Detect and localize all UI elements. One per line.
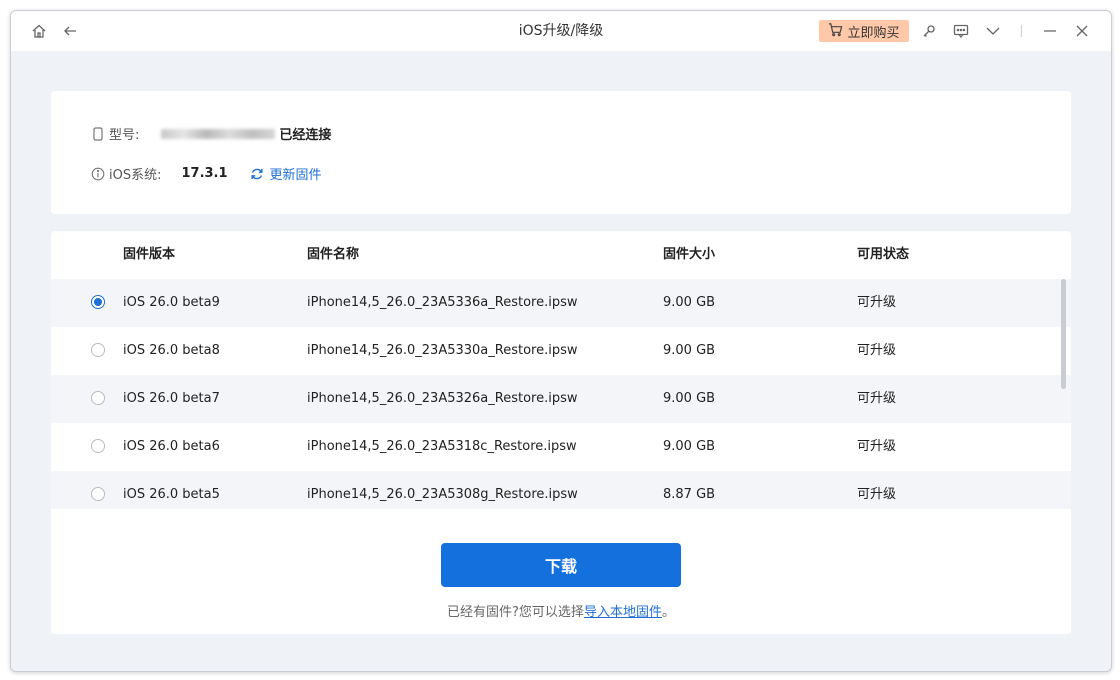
cell-version: iOS 26.0 beta8 — [123, 343, 220, 358]
table-header: 固件版本 固件名称 固件大小 可用状态 — [51, 231, 1071, 279]
table-row[interactable]: iOS 26.0 beta8 iPhone14,5_26.0_23A5330a_… — [51, 327, 1071, 375]
buy-now-button[interactable]: 立即购买 — [819, 20, 909, 42]
titlebar-divider — [1021, 25, 1022, 37]
header-name: 固件名称 — [307, 247, 360, 262]
firmware-table-card: 固件版本 固件名称 固件大小 可用状态 iOS 26.0 beta9 iPhon… — [51, 231, 1071, 634]
close-icon[interactable] — [1074, 23, 1090, 39]
cell-name: iPhone14,5_26.0_23A5326a_Restore.ipsw — [307, 391, 578, 406]
table-row[interactable]: iOS 26.0 beta7 iPhone14,5_26.0_23A5326a_… — [51, 375, 1071, 423]
header-status: 可用状态 — [857, 247, 910, 262]
update-firmware-link[interactable]: 更新固件 — [250, 164, 322, 183]
app-window: iOS升级/降级 立即购买 型号: 已经连接 iOS系统: 17.3.1 更新固… — [10, 10, 1112, 672]
cell-status: 可升级 — [857, 439, 897, 454]
row-radio[interactable] — [91, 439, 105, 453]
cell-size: 8.87 GB — [663, 487, 716, 502]
cell-version: iOS 26.0 beta7 — [123, 391, 220, 406]
feedback-icon[interactable] — [953, 23, 969, 39]
device-name-redacted — [161, 128, 276, 139]
home-icon[interactable] — [31, 23, 47, 39]
back-icon[interactable] — [62, 23, 78, 39]
table-row[interactable]: iOS 26.0 beta5 iPhone14,5_26.0_23A5308g_… — [51, 471, 1071, 509]
ios-row: iOS系统: 17.3.1 更新固件 — [91, 164, 322, 183]
table-row[interactable]: iOS 26.0 beta6 iPhone14,5_26.0_23A5318c_… — [51, 423, 1071, 471]
hint-prefix: 已经有固件?您可以选择 — [447, 605, 584, 620]
hint-suffix: 。 — [661, 605, 675, 620]
table-row[interactable]: iOS 26.0 beta9 iPhone14,5_26.0_23A5336a_… — [51, 279, 1071, 327]
cell-name: iPhone14,5_26.0_23A5318c_Restore.ipsw — [307, 439, 577, 454]
title-bar: iOS升级/降级 立即购买 — [11, 11, 1111, 51]
cell-version: iOS 26.0 beta6 — [123, 439, 220, 454]
device-info-card: 型号: 已经连接 iOS系统: 17.3.1 更新固件 — [51, 91, 1071, 214]
header-size: 固件大小 — [663, 247, 716, 262]
update-firmware-label: 更新固件 — [269, 168, 322, 183]
cell-size: 9.00 GB — [663, 343, 716, 358]
header-version: 固件版本 — [123, 247, 176, 262]
cell-status: 可升级 — [857, 391, 897, 406]
download-button[interactable]: 下载 — [441, 543, 681, 587]
cell-size: 9.00 GB — [663, 295, 716, 310]
phone-icon — [91, 126, 105, 141]
ios-label: iOS系统: — [109, 168, 162, 183]
row-radio[interactable] — [91, 391, 105, 405]
cell-status: 可升级 — [857, 295, 897, 310]
model-row: 型号: 已经连接 — [91, 124, 331, 143]
cell-size: 9.00 GB — [663, 391, 716, 406]
chevron-down-icon[interactable] — [985, 23, 1001, 39]
cell-status: 可升级 — [857, 343, 897, 358]
model-label: 型号: — [109, 128, 140, 143]
row-radio[interactable] — [91, 343, 105, 357]
minimize-icon[interactable] — [1042, 23, 1058, 39]
row-radio[interactable] — [91, 295, 105, 309]
window-title: iOS升级/降级 — [518, 23, 604, 39]
cell-name: iPhone14,5_26.0_23A5308g_Restore.ipsw — [307, 487, 578, 502]
info-icon — [91, 167, 105, 181]
cell-status: 可升级 — [857, 487, 897, 502]
ios-version: 17.3.1 — [181, 166, 228, 181]
list-scrollbar[interactable] — [1061, 279, 1066, 389]
cell-version: iOS 26.0 beta5 — [123, 487, 220, 502]
connection-status: 已经连接 — [279, 128, 332, 143]
cart-icon — [828, 22, 843, 41]
key-icon[interactable] — [921, 23, 937, 39]
cell-version: iOS 26.0 beta9 — [123, 295, 220, 310]
import-local-firmware-link[interactable]: 导入本地固件 — [584, 605, 662, 620]
cell-size: 9.00 GB — [663, 439, 716, 454]
cell-name: iPhone14,5_26.0_23A5330a_Restore.ipsw — [307, 343, 578, 358]
buy-now-label: 立即购买 — [847, 25, 900, 41]
row-radio[interactable] — [91, 487, 105, 501]
cell-name: iPhone14,5_26.0_23A5336a_Restore.ipsw — [307, 295, 578, 310]
firmware-list[interactable]: iOS 26.0 beta9 iPhone14,5_26.0_23A5336a_… — [51, 279, 1071, 509]
import-hint: 已经有固件?您可以选择导入本地固件。 — [51, 601, 1071, 620]
refresh-icon — [250, 167, 264, 181]
